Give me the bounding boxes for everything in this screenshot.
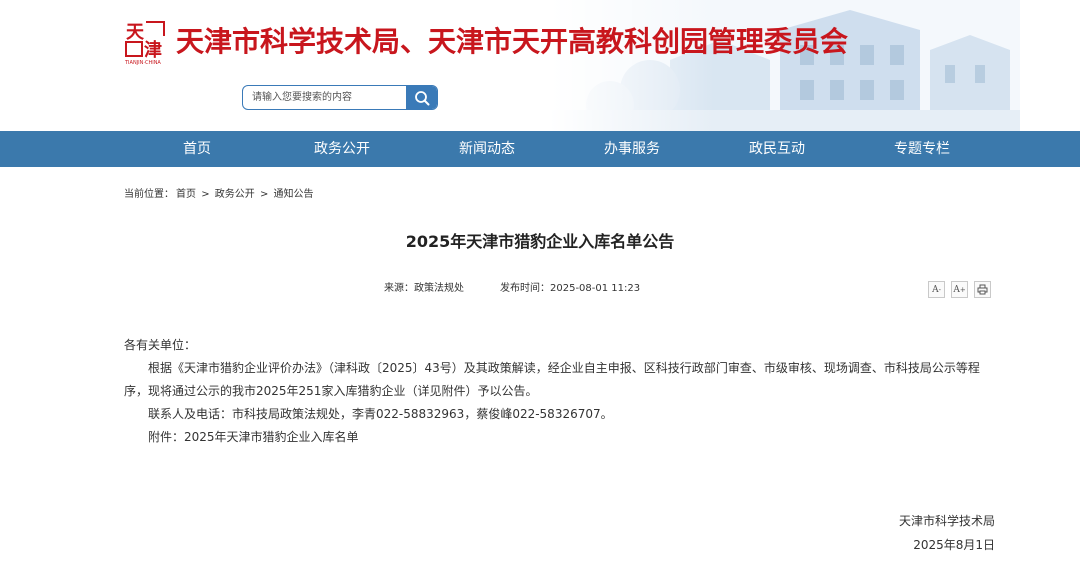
site-logo[interactable]: 天 津 TIANJIN·CHINA — [124, 18, 168, 66]
article-body: 各有关单位： 根据《天津市猎豹企业评价办法》（津科政〔2025〕43号）及其政策… — [124, 334, 996, 449]
font-decrease-button[interactable]: A- — [928, 281, 945, 298]
signature-date: 2025年8月1日 — [913, 538, 995, 552]
breadcrumb-prefix: 当前位置： — [124, 189, 174, 200]
breadcrumb: 当前位置： 首页 > 政务公开 > 通知公告 — [124, 185, 316, 200]
article-source: 来源：政策法规处 — [384, 283, 464, 294]
breadcrumb-link-notices[interactable]: 通知公告 — [274, 189, 314, 200]
article-contact: 联系人及电话：市科技局政策法规处，李青022-58832963，蔡俊峰022-5… — [148, 407, 613, 421]
logo-emblem-icon: 天 津 TIANJIN·CHINA — [124, 21, 165, 66]
nav-item-government-affairs[interactable]: 政务公开 — [282, 131, 402, 167]
nav-item-interaction[interactable]: 政民互动 — [717, 131, 837, 167]
site-header: 天 津 TIANJIN·CHINA 天津市科学技术局、天津市天开高教科创园管理委… — [0, 0, 1080, 131]
nav-item-services[interactable]: 办事服务 — [572, 131, 692, 167]
article-tools: A- A + — [928, 281, 991, 298]
search-icon — [415, 90, 430, 105]
main-nav: 首页 政务公开 新闻动态 办事服务 政民互动 专题专栏 — [0, 131, 1080, 167]
nav-item-home[interactable]: 首页 — [137, 131, 257, 167]
article-meta: 来源：政策法规处 发布时间：2025-08-01 11:23 — [384, 279, 640, 294]
nav-item-special-topics[interactable]: 专题专栏 — [862, 131, 982, 167]
breadcrumb-separator: > — [201, 189, 210, 200]
svg-text:天: 天 — [126, 22, 145, 43]
breadcrumb-separator: > — [259, 189, 269, 200]
nav-item-news[interactable]: 新闻动态 — [427, 131, 547, 167]
search-input[interactable] — [243, 86, 406, 109]
breadcrumb-link-government-affairs[interactable]: 政务公开 — [215, 189, 255, 200]
breadcrumb-link-home[interactable]: 首页 — [176, 189, 196, 200]
print-icon — [977, 284, 988, 295]
signature-org: 天津市科学技术局 — [898, 514, 995, 528]
article-date: 发布时间：2025-08-01 11:23 — [500, 283, 641, 294]
font-increase-button[interactable]: A + — [951, 281, 968, 298]
svg-text:TIANJIN·CHINA: TIANJIN·CHINA — [124, 60, 161, 66]
print-button[interactable] — [974, 281, 991, 298]
search-box — [242, 85, 438, 110]
article-paragraph: 根据《天津市猎豹企业评价办法》（津科政〔2025〕43号）及其政策解读，经企业自… — [124, 361, 980, 398]
search-button[interactable] — [406, 86, 437, 109]
svg-text:津: 津 — [144, 39, 162, 61]
article-title: 2025年天津市猎豹企业入库名单公告 — [405, 232, 675, 251]
article-attachment-link[interactable]: 附件：2025年天津市猎豹企业入库名单 — [124, 426, 996, 449]
site-title[interactable]: 天津市科学技术局、天津市天开高教科创园管理委员会 — [176, 20, 848, 60]
article-greeting: 各有关单位： — [124, 338, 197, 352]
